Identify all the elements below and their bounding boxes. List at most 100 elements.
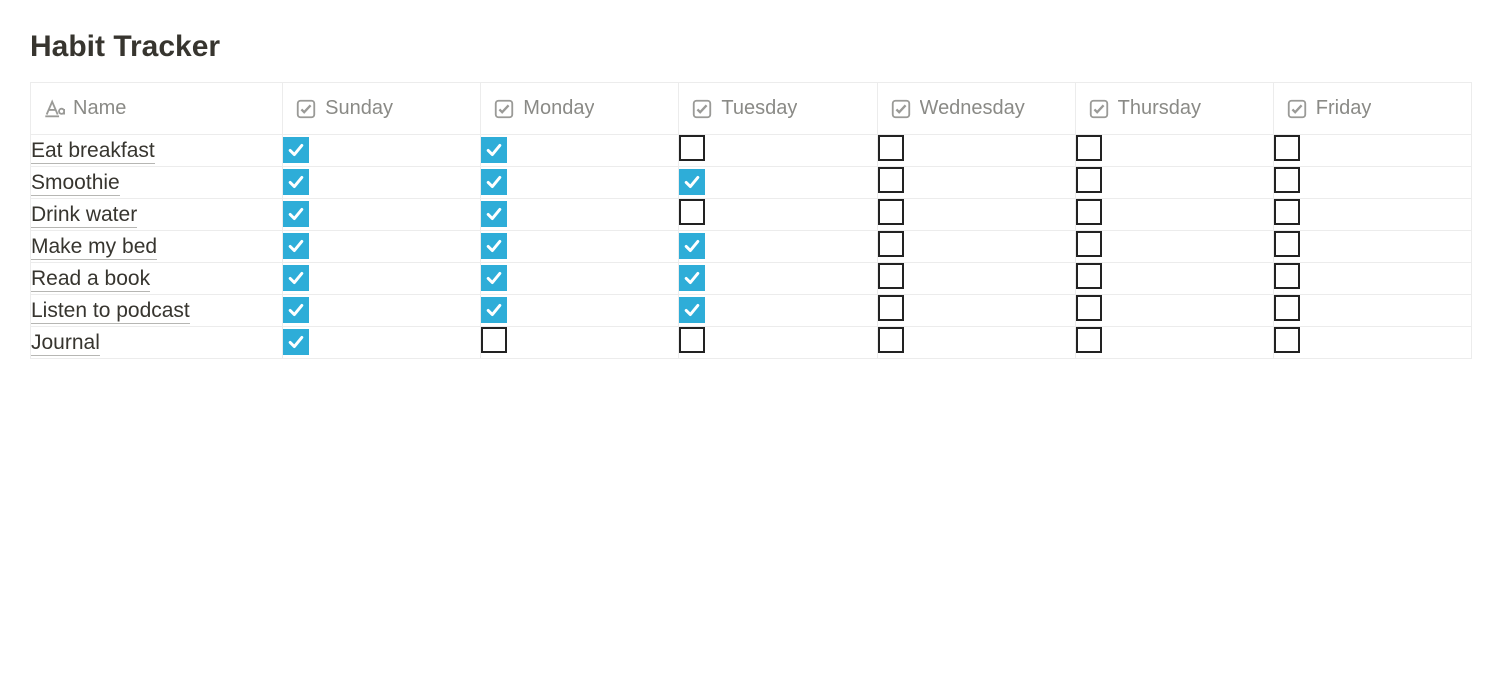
checkbox-unchecked[interactable] (1076, 263, 1102, 289)
habit-name-cell[interactable]: Journal (31, 327, 283, 359)
habit-name-cell[interactable]: Drink water (31, 199, 283, 231)
habit-name-cell[interactable]: Eat breakfast (31, 135, 283, 167)
column-header-friday[interactable]: Friday (1273, 83, 1471, 135)
checkbox-checked[interactable] (679, 297, 705, 323)
habit-check-cell (481, 327, 679, 359)
checkbox-unchecked[interactable] (878, 295, 904, 321)
habit-name-text: Eat breakfast (31, 139, 155, 164)
habit-check-cell (1273, 231, 1471, 263)
habit-check-cell (283, 327, 481, 359)
column-header-label: Wednesday (920, 97, 1025, 120)
checkbox-checked[interactable] (481, 201, 507, 227)
habit-check-cell (1075, 231, 1273, 263)
checkbox-unchecked[interactable] (1274, 167, 1300, 193)
habit-check-cell (877, 295, 1075, 327)
habit-check-cell (283, 199, 481, 231)
checkbox-checked[interactable] (283, 169, 309, 195)
habit-check-cell (679, 199, 877, 231)
checkbox-checked[interactable] (481, 297, 507, 323)
checkbox-property-icon (1088, 98, 1110, 120)
checkbox-checked[interactable] (679, 265, 705, 291)
habit-check-cell (1075, 167, 1273, 199)
checkbox-unchecked[interactable] (481, 327, 507, 353)
column-header-thursday[interactable]: Thursday (1075, 83, 1273, 135)
column-header-tuesday[interactable]: Tuesday (679, 83, 877, 135)
checkbox-unchecked[interactable] (878, 263, 904, 289)
habit-name-cell[interactable]: Smoothie (31, 167, 283, 199)
habit-check-cell (679, 263, 877, 295)
column-header-monday[interactable]: Monday (481, 83, 679, 135)
checkbox-unchecked[interactable] (1076, 199, 1102, 225)
checkbox-unchecked[interactable] (1076, 327, 1102, 353)
checkbox-checked[interactable] (481, 169, 507, 195)
checkbox-unchecked[interactable] (679, 327, 705, 353)
habit-check-cell (283, 295, 481, 327)
checkbox-unchecked[interactable] (679, 199, 705, 225)
habit-name-cell[interactable]: Read a book (31, 263, 283, 295)
habit-check-cell (1273, 167, 1471, 199)
table-row: Drink water (31, 199, 1472, 231)
checkbox-unchecked[interactable] (1076, 295, 1102, 321)
column-header-sunday[interactable]: Sunday (283, 83, 481, 135)
habit-table: Name Sunday Monday (30, 82, 1472, 359)
checkbox-checked[interactable] (481, 265, 507, 291)
habit-name-text: Listen to podcast (31, 299, 190, 324)
column-header-label: Sunday (325, 97, 393, 120)
habit-name-cell[interactable]: Listen to podcast (31, 295, 283, 327)
checkbox-checked[interactable] (679, 169, 705, 195)
checkbox-unchecked[interactable] (1274, 199, 1300, 225)
checkbox-checked[interactable] (283, 329, 309, 355)
habit-check-cell (1075, 295, 1273, 327)
checkbox-property-icon (691, 98, 713, 120)
habit-check-cell (481, 167, 679, 199)
column-header-label: Name (73, 97, 126, 120)
habit-check-cell (877, 231, 1075, 263)
column-header-wednesday[interactable]: Wednesday (877, 83, 1075, 135)
checkbox-unchecked[interactable] (878, 199, 904, 225)
checkbox-unchecked[interactable] (679, 135, 705, 161)
checkbox-unchecked[interactable] (1274, 295, 1300, 321)
checkbox-checked[interactable] (679, 233, 705, 259)
table-row: Make my bed (31, 231, 1472, 263)
checkbox-checked[interactable] (283, 201, 309, 227)
table-row: Smoothie (31, 167, 1472, 199)
checkbox-unchecked[interactable] (1274, 327, 1300, 353)
habit-name-text: Smoothie (31, 171, 120, 196)
habit-check-cell (1273, 327, 1471, 359)
checkbox-unchecked[interactable] (878, 327, 904, 353)
habit-name-text: Make my bed (31, 235, 157, 260)
habit-check-cell (481, 135, 679, 167)
habit-check-cell (877, 135, 1075, 167)
habit-check-cell (1075, 135, 1273, 167)
habit-check-cell (1273, 199, 1471, 231)
checkbox-checked[interactable] (283, 137, 309, 163)
habit-check-cell (1075, 263, 1273, 295)
habit-check-cell (1273, 135, 1471, 167)
checkbox-checked[interactable] (283, 265, 309, 291)
habit-check-cell (1075, 199, 1273, 231)
checkbox-checked[interactable] (283, 297, 309, 323)
checkbox-unchecked[interactable] (878, 167, 904, 193)
habit-check-cell (283, 231, 481, 263)
checkbox-unchecked[interactable] (1076, 231, 1102, 257)
checkbox-unchecked[interactable] (1274, 135, 1300, 161)
checkbox-property-icon (295, 98, 317, 120)
checkbox-unchecked[interactable] (1274, 231, 1300, 257)
habit-check-cell (1075, 327, 1273, 359)
checkbox-property-icon (1286, 98, 1308, 120)
habit-name-cell[interactable]: Make my bed (31, 231, 283, 263)
checkbox-unchecked[interactable] (1076, 135, 1102, 161)
habit-check-cell (481, 263, 679, 295)
checkbox-unchecked[interactable] (1076, 167, 1102, 193)
checkbox-unchecked[interactable] (878, 135, 904, 161)
checkbox-checked[interactable] (481, 233, 507, 259)
checkbox-unchecked[interactable] (878, 231, 904, 257)
checkbox-checked[interactable] (283, 233, 309, 259)
table-row: Read a book (31, 263, 1472, 295)
habit-check-cell (481, 199, 679, 231)
checkbox-checked[interactable] (481, 137, 507, 163)
column-header-name[interactable]: Name (31, 83, 283, 135)
habit-check-cell (283, 263, 481, 295)
checkbox-unchecked[interactable] (1274, 263, 1300, 289)
habit-check-cell (877, 167, 1075, 199)
